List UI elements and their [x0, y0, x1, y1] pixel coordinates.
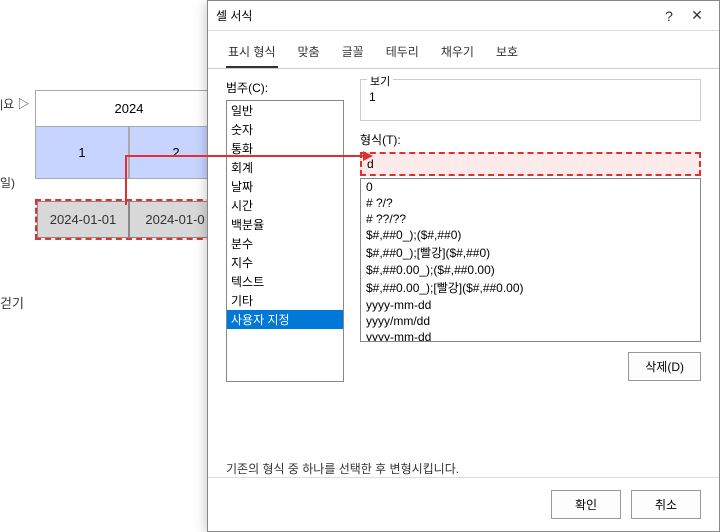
annotation-arrow: [125, 155, 365, 157]
format-item[interactable]: $#,##0.00_);($#,##0.00): [361, 262, 700, 278]
dialog-body: 범주(C): 일반숫자통화회계날짜시간백분율분수지수텍스트기타사용자 지정 보기…: [208, 69, 719, 460]
category-column: 범주(C): 일반숫자통화회계날짜시간백분율분수지수텍스트기타사용자 지정: [226, 79, 344, 450]
category-item[interactable]: 기타: [227, 291, 343, 310]
lower-left-text: 걷기: [0, 293, 24, 312]
sample-value: 1: [369, 86, 692, 104]
month-row: 1 2: [35, 126, 223, 179]
tab-alignment[interactable]: 맞춤: [296, 39, 322, 68]
tab-number-format[interactable]: 표시 형식: [226, 39, 278, 68]
dialog-tabs: 표시 형식 맞춤 글꼴 테두리 채우기 보호: [208, 31, 719, 69]
dialog-titlebar: 셀 서식 ? ✕: [208, 1, 719, 31]
row-label-top: |요 ▷: [0, 95, 30, 112]
format-item[interactable]: $#,##0_);[빨강]($#,##0): [361, 243, 700, 262]
cancel-button[interactable]: 취소: [631, 490, 701, 519]
category-item[interactable]: 백분율: [227, 215, 343, 234]
format-item[interactable]: yyyy-mm-dd: [361, 329, 700, 342]
sample-label: 보기: [367, 73, 393, 89]
delete-row: 삭제(D): [360, 352, 701, 381]
month-cell-1[interactable]: 1: [35, 126, 129, 179]
format-item[interactable]: $#,##0.00_);[빨강]($#,##0.00): [361, 278, 700, 297]
category-item[interactable]: 분수: [227, 234, 343, 253]
category-item[interactable]: 회계: [227, 158, 343, 177]
date-row-highlight: 2024-01-01 2024-01-0: [35, 199, 223, 240]
date-cell-1[interactable]: 2024-01-01: [37, 201, 129, 238]
sample-box: 보기 1: [360, 79, 701, 121]
cell-format-dialog: 셀 서식 ? ✕ 표시 형식 맞춤 글꼴 테두리 채우기 보호 범주(C): 일…: [207, 0, 720, 532]
format-item[interactable]: # ?/?: [361, 195, 700, 211]
category-item[interactable]: 숫자: [227, 120, 343, 139]
close-button[interactable]: ✕: [683, 7, 711, 24]
category-listbox[interactable]: 일반숫자통화회계날짜시간백분율분수지수텍스트기타사용자 지정: [226, 100, 344, 382]
row-label-mid: 일): [0, 174, 15, 191]
year-header-cell[interactable]: 2024: [35, 90, 223, 127]
format-item[interactable]: yyyy/mm/dd: [361, 313, 700, 329]
format-item[interactable]: # ??/??: [361, 211, 700, 227]
tab-font[interactable]: 글꼴: [340, 39, 366, 68]
dialog-footer: 확인 취소: [208, 477, 719, 531]
tab-fill[interactable]: 채우기: [439, 39, 476, 68]
type-input[interactable]: [360, 152, 701, 176]
category-item[interactable]: 날짜: [227, 177, 343, 196]
category-label: 범주(C):: [226, 79, 344, 96]
format-item[interactable]: 0: [361, 179, 700, 195]
help-button[interactable]: ?: [655, 8, 683, 24]
dialog-title: 셀 서식: [216, 7, 655, 24]
ok-button[interactable]: 확인: [551, 490, 621, 519]
tab-border[interactable]: 테두리: [384, 39, 421, 68]
category-item[interactable]: 시간: [227, 196, 343, 215]
category-item[interactable]: 일반: [227, 101, 343, 120]
category-item[interactable]: 사용자 지정: [227, 310, 343, 329]
format-item[interactable]: yyyy-mm-dd: [361, 297, 700, 313]
format-item[interactable]: $#,##0_);($#,##0): [361, 227, 700, 243]
type-label: 형식(T):: [360, 131, 701, 148]
format-column: 보기 1 형식(T): 0# ?/?# ??/??$#,##0_);($#,##…: [360, 79, 701, 450]
delete-button[interactable]: 삭제(D): [628, 352, 701, 381]
hint-text: 기존의 형식 중 하나를 선택한 후 변형시킵니다.: [208, 460, 719, 477]
annotation-arrow-vertical: [125, 155, 127, 205]
category-item[interactable]: 텍스트: [227, 272, 343, 291]
tab-protection[interactable]: 보호: [494, 39, 520, 68]
category-item[interactable]: 지수: [227, 253, 343, 272]
format-listbox[interactable]: 0# ?/?# ??/??$#,##0_);($#,##0)$#,##0_);[…: [360, 178, 701, 342]
